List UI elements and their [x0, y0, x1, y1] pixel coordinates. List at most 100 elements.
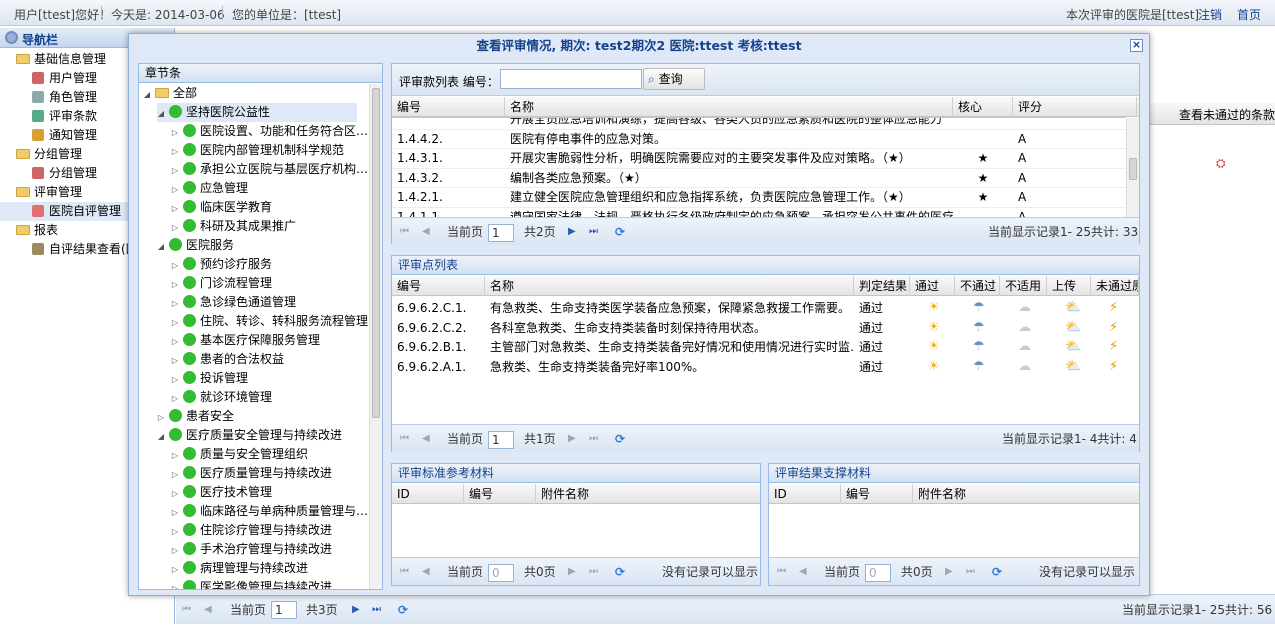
page-input[interactable]: 0: [488, 563, 514, 582]
tree-node[interactable]: ▷ 科研及其成果推广: [171, 217, 296, 236]
collapse-arrow-icon[interactable]: ◢: [157, 427, 165, 446]
nav-item[interactable]: 角色管理: [0, 88, 97, 107]
table-row[interactable]: 1.4.1.1. 遵守国家法律、法规，严格执行各级政府制定的应急预案。承担突发公共…: [392, 208, 1126, 218]
first-page-icon[interactable]: ⏮: [777, 558, 786, 586]
last-page-icon[interactable]: ⏭: [589, 425, 598, 453]
pass-sun-icon[interactable]: ☀: [923, 357, 940, 377]
next-page-icon[interactable]: ▶: [568, 558, 576, 586]
expand-arrow-icon[interactable]: ▷: [171, 199, 179, 218]
page-input[interactable]: 1: [271, 601, 297, 619]
query-button[interactable]: ⌕ 查询: [643, 68, 705, 90]
last-page-icon[interactable]: ⏭: [966, 558, 975, 586]
fail-reason-storm-icon[interactable]: ⚡: [1104, 357, 1118, 377]
refresh-icon[interactable]: ⟳: [615, 425, 625, 453]
next-page-icon[interactable]: ▶: [568, 425, 576, 453]
nav-item[interactable]: 分组管理: [0, 164, 97, 183]
table-row[interactable]: 1.4.4.2. 医院有停电事件的应急对策。 A: [392, 130, 1126, 149]
fail-reason-storm-icon[interactable]: ⚡: [1104, 318, 1118, 338]
last-page-icon[interactable]: ⏭: [589, 558, 598, 586]
page-input[interactable]: 1: [488, 430, 514, 449]
tree-node[interactable]: ▷ 医疗技术管理: [171, 483, 272, 502]
expand-arrow-icon[interactable]: ▷: [171, 161, 179, 180]
first-page-icon[interactable]: ⏮: [400, 558, 409, 586]
tree-node[interactable]: ▷ 医学影像管理与持续改进: [171, 578, 332, 589]
na-cloud-icon[interactable]: ☁: [1013, 298, 1031, 318]
close-button[interactable]: ×: [1130, 39, 1143, 52]
upload-cloud-icon[interactable]: ⛅: [1060, 337, 1081, 357]
page-input[interactable]: 0: [865, 563, 891, 582]
prev-page-icon[interactable]: ◀: [422, 218, 430, 246]
next-page-icon[interactable]: ▶: [945, 558, 953, 586]
tree-node[interactable]: ▷ 住院、转诊、转科服务流程管理: [171, 312, 368, 331]
tree-node[interactable]: ▷ 应急管理: [171, 179, 248, 198]
tree-node[interactable]: ▷ 医院内部管理机制科学规范: [171, 141, 344, 160]
tree-node[interactable]: ▷ 投诉管理: [171, 369, 248, 388]
upload-cloud-icon[interactable]: ⛅: [1060, 357, 1081, 377]
last-page-icon[interactable]: ⏭: [589, 218, 598, 246]
collapse-arrow-icon[interactable]: ◢: [157, 104, 165, 123]
expand-arrow-icon[interactable]: ▷: [171, 522, 179, 541]
table-row[interactable]: 1.4.2.1. 建立健全医院应急管理组织和应急指挥系统，负责医院应急管理工作。（…: [392, 188, 1126, 208]
expand-arrow-icon[interactable]: ▷: [171, 180, 179, 199]
tree-node[interactable]: ▷ 基本医疗保障服务管理: [171, 331, 320, 350]
tree-node[interactable]: ▷ 医疗质量管理与持续改进: [171, 464, 332, 483]
expand-arrow-icon[interactable]: ▷: [171, 218, 179, 237]
clause-code-input[interactable]: [500, 69, 642, 89]
next-page-icon[interactable]: ▶: [352, 595, 360, 625]
expand-arrow-icon[interactable]: ▷: [171, 465, 179, 484]
expand-arrow-icon[interactable]: ▷: [157, 408, 165, 427]
prev-page-icon[interactable]: ◀: [422, 425, 430, 453]
tree-scroll-thumb[interactable]: [372, 88, 380, 418]
nav-item[interactable]: 自评结果查看(医: [0, 240, 138, 259]
pass-sun-icon[interactable]: ☀: [923, 337, 940, 357]
nav-group[interactable]: 评审管理: [0, 183, 82, 202]
table-row[interactable]: 6.9.6.2.A.1. 急救类、生命支持类装备完好率100%。 通过 ☀ ☂ ☁ ⛅ ⚡: [392, 357, 1139, 377]
na-cloud-icon[interactable]: ☁: [1013, 357, 1031, 377]
table-row[interactable]: 6.9.6.2.B.1. 主管部门对急救类、生命支持类装备完好情况和使用情况进行实…: [392, 337, 1139, 357]
first-page-icon[interactable]: ⏮: [400, 425, 409, 453]
fail-rain-icon[interactable]: ☂: [968, 298, 985, 318]
expand-arrow-icon[interactable]: ▷: [171, 313, 179, 332]
tree-node[interactable]: ▷ 质量与安全管理组织: [171, 445, 308, 464]
tree-node[interactable]: ▷ 门诊流程管理: [171, 274, 272, 293]
fail-rain-icon[interactable]: ☂: [968, 337, 985, 357]
expand-arrow-icon[interactable]: ▷: [171, 560, 179, 579]
page-input[interactable]: 1: [488, 223, 514, 242]
next-page-icon[interactable]: ▶: [568, 218, 576, 246]
prev-page-icon[interactable]: ◀: [799, 558, 807, 586]
nav-item[interactable]: 评审条款: [0, 107, 97, 126]
pass-sun-icon[interactable]: ☀: [923, 318, 940, 338]
refresh-icon[interactable]: ⟳: [992, 558, 1002, 586]
expand-arrow-icon[interactable]: ▷: [171, 275, 179, 294]
table-row[interactable]: 6.9.6.2.C.1. 有急救类、生命支持类医学装备应急预案，保障紧急救援工作需…: [392, 298, 1139, 318]
prev-page-icon[interactable]: ◀: [422, 558, 430, 586]
home-link[interactable]: 首页: [1237, 6, 1261, 23]
expand-arrow-icon[interactable]: ▷: [171, 256, 179, 275]
tree-node[interactable]: ◢ 医疗质量安全管理与持续改进: [157, 426, 342, 445]
tree-node[interactable]: ▷ 病理管理与持续改进: [171, 559, 308, 578]
tree-node[interactable]: ▷ 临床路径与单病种质量管理与…: [171, 502, 368, 521]
clause-scrollbar[interactable]: [1126, 118, 1139, 217]
expand-arrow-icon[interactable]: ▷: [171, 484, 179, 503]
view-failed-icon[interactable]: ⛭: [1216, 156, 1226, 171]
fail-reason-storm-icon[interactable]: ⚡: [1104, 337, 1118, 357]
tree-node[interactable]: ▷ 预约诊疗服务: [171, 255, 272, 274]
clause-scroll-thumb[interactable]: [1129, 158, 1137, 180]
expand-arrow-icon[interactable]: ▷: [171, 142, 179, 161]
tree-node[interactable]: ▷ 医院设置、功能和任务符合区…: [171, 122, 368, 141]
tree-node[interactable]: ▷ 急诊绿色通道管理: [171, 293, 296, 312]
fail-rain-icon[interactable]: ☂: [968, 357, 985, 377]
expand-arrow-icon[interactable]: ▷: [171, 579, 179, 589]
expand-arrow-icon[interactable]: ▷: [171, 123, 179, 142]
expand-arrow-icon[interactable]: ▷: [171, 389, 179, 408]
tree-node[interactable]: ◢ 医院服务: [157, 236, 234, 255]
expand-arrow-icon[interactable]: ▷: [171, 332, 179, 351]
expand-arrow-icon[interactable]: ▷: [171, 541, 179, 560]
tree-node[interactable]: ▷ 患者安全: [157, 407, 234, 426]
pass-sun-icon[interactable]: ☀: [923, 298, 940, 318]
tree-scrollbar[interactable]: [369, 84, 382, 589]
expand-arrow-icon[interactable]: ▷: [171, 370, 179, 389]
expand-arrow-icon[interactable]: ▷: [171, 503, 179, 522]
nav-group[interactable]: 报表: [0, 221, 58, 240]
logout-link[interactable]: 注销: [1198, 6, 1222, 23]
